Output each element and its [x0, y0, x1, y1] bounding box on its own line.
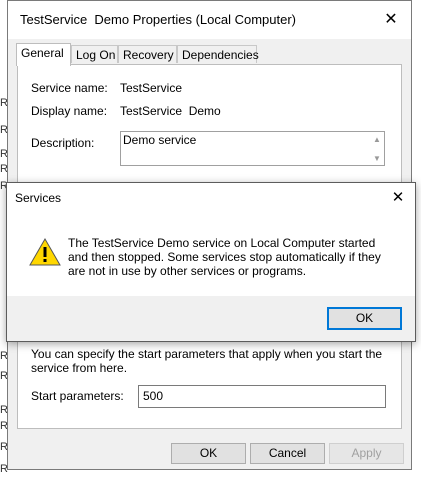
service-name-value: TestService [120, 81, 183, 95]
dialog-message: The TestService Demo service on Local Co… [68, 236, 381, 278]
properties-title: TestService Demo Properties (Local Compu… [20, 12, 296, 27]
start-params-value: 500 [143, 389, 164, 403]
description-value: Demo service [123, 133, 197, 147]
start-params-input[interactable]: 500 [138, 385, 386, 408]
tab-recovery[interactable]: Recovery [118, 45, 177, 63]
dialog-titlebar[interactable]: Services ✕ [7, 183, 415, 213]
tab-general[interactable]: General [16, 43, 71, 66]
display-name-value: TestService Demo [120, 104, 221, 118]
start-params-label: Start parameters: [31, 389, 124, 403]
cancel-button[interactable]: Cancel [250, 443, 325, 464]
tab-log-on[interactable]: Log On [71, 45, 118, 63]
scroll-down-icon[interactable]: ▼ [372, 153, 382, 163]
apply-button[interactable]: Apply [329, 443, 404, 464]
scroll-up-icon[interactable]: ▲ [372, 134, 382, 144]
warning-icon [29, 237, 61, 266]
close-icon[interactable]: ✕ [381, 9, 401, 29]
display-name-label: Display name: [31, 104, 108, 118]
description-label: Description: [31, 136, 95, 150]
tab-dependencies[interactable]: Dependencies [177, 45, 259, 63]
services-message-dialog: Services ✕ The TestService Demo service … [6, 182, 416, 342]
description-field[interactable]: Demo service ▲ ▼ [120, 131, 385, 166]
dialog-ok-button[interactable]: OK [327, 307, 402, 330]
dialog-title: Services [15, 191, 62, 205]
start-params-hint: You can specify the start parameters tha… [31, 347, 383, 375]
properties-titlebar[interactable]: TestService Demo Properties (Local Compu… [8, 1, 411, 39]
close-icon[interactable]: ✕ [389, 188, 407, 206]
service-name-label: Service name: [31, 81, 108, 95]
dialog-body: The TestService Demo service on Local Co… [7, 213, 415, 296]
ok-button[interactable]: OK [171, 443, 246, 464]
